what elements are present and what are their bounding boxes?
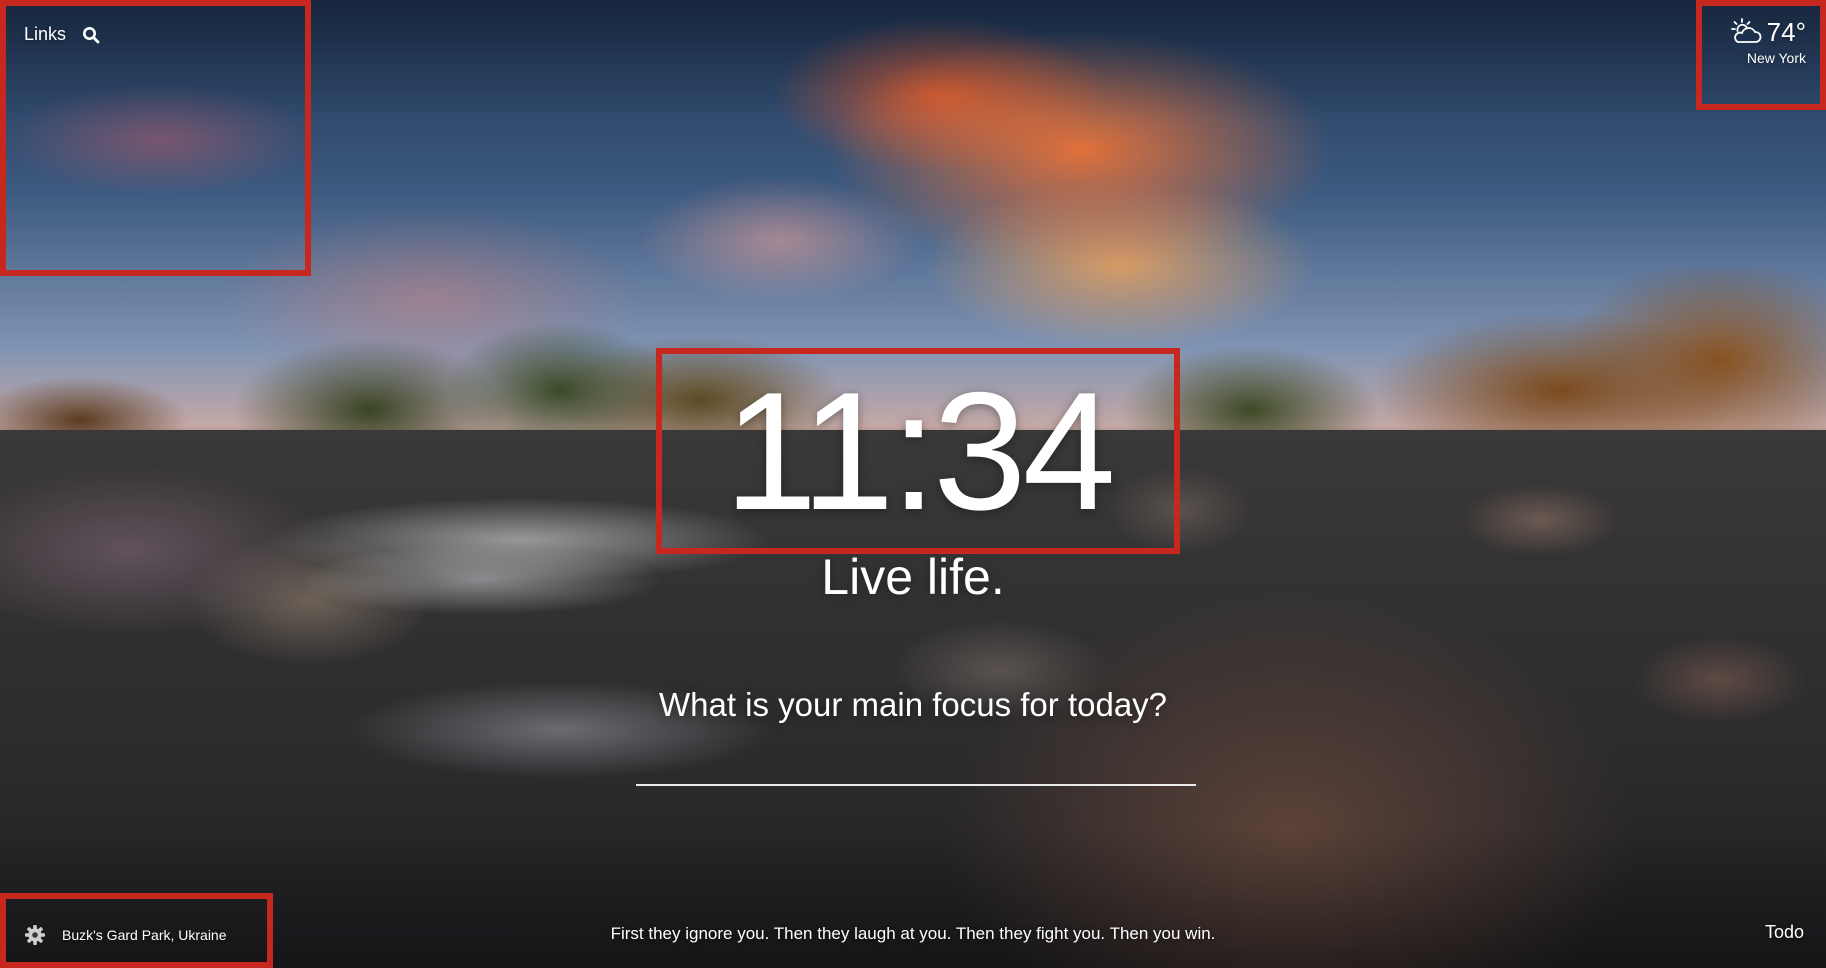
clock: 11:34 xyxy=(724,357,1116,545)
greeting: Live life. xyxy=(821,549,1005,605)
ui-layer: Links 74° New York 11:34 Live life. What… xyxy=(0,0,1826,968)
weather-location: New York xyxy=(1746,50,1806,66)
daily-quote: First they ignore you. Then they laugh a… xyxy=(610,924,1216,943)
dashboard-screen: Links 74° New York 11:34 Live life. What… xyxy=(0,0,1826,968)
focus-question: What is your main focus for today? xyxy=(658,686,1168,723)
weather-widget[interactable]: 74° New York xyxy=(1729,16,1806,66)
focus-input[interactable] xyxy=(636,734,1196,786)
weather-row: 74° xyxy=(1729,16,1806,48)
links-button[interactable]: Links xyxy=(24,24,66,45)
partly-cloudy-icon xyxy=(1729,17,1763,47)
weather-temperature: 74° xyxy=(1766,17,1806,47)
top-left-widgets: Links xyxy=(24,24,100,45)
search-icon[interactable] xyxy=(82,26,100,44)
todo-button[interactable]: Todo xyxy=(1765,922,1804,943)
